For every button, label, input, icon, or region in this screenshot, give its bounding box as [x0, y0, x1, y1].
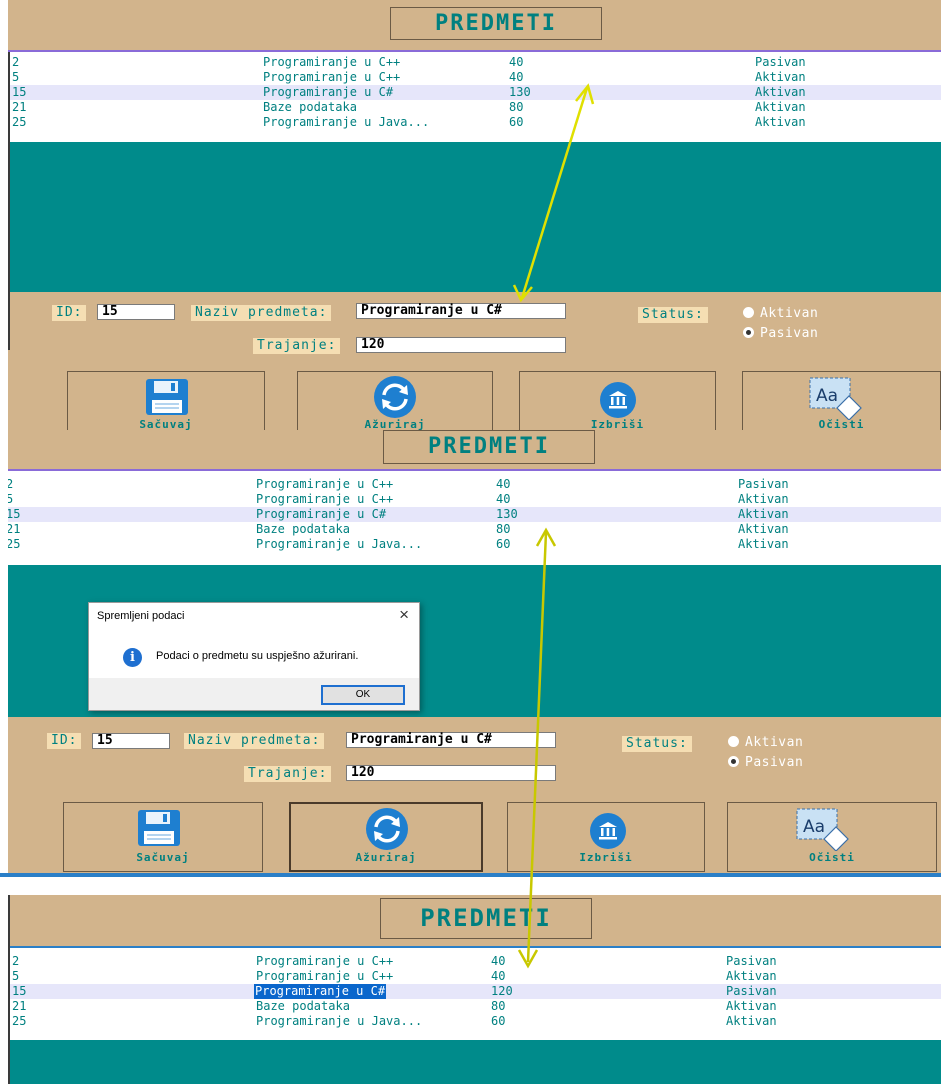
table-row[interactable]: 21 Baze podataka 80 Aktivan — [8, 999, 941, 1014]
floppy-icon — [138, 810, 180, 846]
table-row[interactable]: 5 Programiranje u C++ 40 Aktivan — [8, 969, 941, 984]
teal-area — [8, 142, 941, 292]
delete-button[interactable]: Izbriši — [519, 371, 716, 430]
radio-pasivan[interactable]: Pasivan — [743, 326, 818, 342]
bank-icon — [590, 813, 626, 849]
table-row[interactable]: 25 Programiranje u Java... 60 Aktivan — [8, 1014, 941, 1029]
screen-3: PREDMETI 2 Programiranje u C++ 40 Pasivan 5… — [8, 895, 941, 1084]
floppy-icon — [146, 379, 188, 415]
dialog-message: Podaci o predmetu su uspješno ažurirani. — [156, 650, 359, 662]
naziv-label: Naziv predmeta: — [184, 733, 325, 749]
window-edge — [8, 52, 10, 350]
bank-icon — [600, 382, 636, 418]
close-icon[interactable]: × — [399, 605, 409, 625]
trajanje-label: Trajanje: — [244, 766, 332, 782]
page-title: PREDMETI — [383, 430, 595, 464]
save-button-label: Sačuvaj — [139, 418, 193, 430]
form-area: ID: 15 Naziv predmeta: Programiranje u C… — [8, 292, 941, 430]
clear-button-label: Očisti — [809, 851, 855, 864]
radio-dot-selected-icon — [728, 756, 739, 767]
subjects-list[interactable]: 2 Programiranje u C++ 40 Pasivan 5 Programir… — [8, 52, 941, 142]
radio-aktivan[interactable]: Aktivan — [743, 306, 818, 322]
table-row-selected[interactable]: 15 Programiranje u C# 130 Aktivan — [8, 85, 941, 100]
table-row[interactable]: 21 Baze podataka 80 Aktivan — [8, 522, 941, 537]
trajanje-field[interactable]: 120 — [356, 337, 566, 353]
naziv-field[interactable]: Programiranje u C# — [346, 732, 556, 748]
radio-dot-selected-icon — [743, 327, 754, 338]
refresh-icon — [366, 808, 408, 850]
page-title: PREDMETI — [380, 898, 592, 939]
trajanje-label: Trajanje: — [253, 338, 341, 354]
radio-pasivan[interactable]: Pasivan — [728, 755, 803, 771]
subjects-list[interactable]: 2 Programiranje u C++ 40 Pasivan 5 Programir… — [8, 471, 941, 565]
delete-button-label: Izbriši — [590, 418, 645, 430]
refresh-icon — [374, 376, 416, 418]
subjects-list[interactable]: 2 Programiranje u C++ 40 Pasivan 5 Programir… — [8, 948, 941, 1040]
message-dialog[interactable]: Spremljeni podaci × i Podaci o predmetu … — [88, 602, 420, 711]
delete-button[interactable]: Izbriši — [507, 802, 705, 872]
table-row[interactable]: 2 Programiranje u C++ 40 Pasivan — [8, 55, 941, 70]
table-row[interactable]: 5 Programiranje u C++ 40 Aktivan — [8, 70, 941, 85]
update-button-label: Ažuriraj — [364, 418, 426, 430]
trajanje-field[interactable]: 120 — [346, 765, 556, 781]
id-field[interactable]: 15 — [92, 733, 170, 749]
save-button-label: Sačuvaj — [136, 851, 190, 864]
dialog-footer: OK — [89, 678, 419, 710]
status-label: Status: — [638, 307, 708, 323]
save-button[interactable]: Sačuvaj — [67, 371, 265, 430]
font-clear-icon: Aa — [809, 377, 862, 420]
table-row[interactable]: 25 Programiranje u Java... 60 Aktivan — [8, 537, 941, 552]
delete-button-label: Izbriši — [579, 851, 633, 864]
form-area: ID: 15 Naziv predmeta: Programiranje u C… — [8, 717, 941, 875]
radio-dot-icon — [743, 307, 754, 318]
table-row[interactable]: 2 Programiranje u C++ 40 Pasivan — [8, 954, 941, 969]
screen-1: PREDMETI 2 Programiranje u C++ 40 Pasivan 5… — [8, 0, 941, 430]
update-button[interactable]: Ažuriraj — [297, 371, 493, 430]
table-row-selected[interactable]: 15 Programiranje u C# 120 Pasivan — [8, 984, 941, 999]
info-icon: i — [123, 648, 142, 667]
table-row[interactable]: 21 Baze podataka 80 Aktivan — [8, 100, 941, 115]
page-title: PREDMETI — [390, 7, 602, 40]
window-edge — [8, 895, 10, 1084]
radio-aktivan[interactable]: Aktivan — [728, 735, 803, 751]
radio-dot-icon — [728, 736, 739, 747]
svg-text:Aa: Aa — [816, 386, 838, 406]
font-clear-icon: Aa — [796, 808, 849, 851]
naziv-field[interactable]: Programiranje u C# — [356, 303, 566, 319]
table-row[interactable]: 5 Programiranje u C++ 40 Aktivan — [8, 492, 941, 507]
table-row-selected[interactable]: 15 Programiranje u C# 130 Aktivan — [8, 507, 941, 522]
teal-area — [8, 1040, 941, 1084]
table-row[interactable]: 2 Programiranje u C++ 40 Pasivan — [8, 477, 941, 492]
dialog-title: Spremljeni podaci — [97, 610, 185, 622]
table-row[interactable]: 25 Programiranje u Java... 60 Aktivan — [8, 115, 941, 130]
separator-bar — [0, 873, 941, 877]
status-label: Status: — [622, 736, 692, 752]
id-label: ID: — [52, 305, 87, 321]
naziv-label: Naziv predmeta: — [191, 305, 332, 321]
clear-button[interactable]: Aa Očisti — [727, 802, 937, 872]
screen-2: PREDMETI 2 Programiranje u C++ 40 Pasivan 5… — [8, 430, 941, 875]
id-field[interactable]: 15 — [97, 304, 175, 320]
clear-button[interactable]: Aa Očisti — [742, 371, 941, 430]
clear-button-label: Očisti — [818, 418, 865, 430]
ok-button[interactable]: OK — [321, 685, 405, 705]
save-button[interactable]: Sačuvaj — [63, 802, 263, 872]
update-button[interactable]: Ažuriraj — [289, 802, 483, 872]
id-label: ID: — [47, 733, 82, 749]
update-button-label: Ažuriraj — [355, 851, 417, 864]
svg-text:Aa: Aa — [803, 817, 825, 837]
